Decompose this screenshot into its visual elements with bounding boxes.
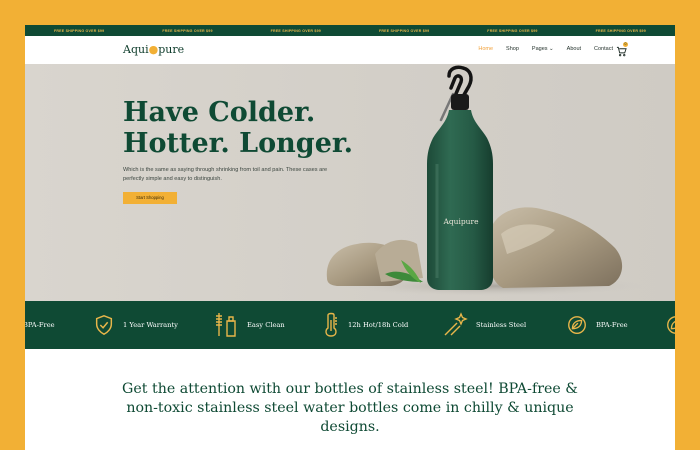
announcement-text: FREE SHIPPING OVER $99 <box>53 28 105 33</box>
hero-title-line-1: Have Colder. <box>123 97 316 128</box>
start-shopping-button[interactable]: Start Shopping <box>123 192 177 204</box>
feature-item: Easy Clean <box>213 311 285 339</box>
announcement-text: FREE SHIPPING OVER $99 <box>378 28 430 33</box>
nav-item-shop[interactable]: Shop <box>506 46 519 52</box>
sparkle-wand-icon <box>444 312 468 336</box>
feature-item: 12h Hot/18h Cold <box>322 311 408 339</box>
brush-bottle-icon <box>216 313 236 337</box>
nav-item-about[interactable]: About <box>567 46 581 52</box>
nav-item-pages[interactable]: Pages ⌄ <box>532 46 554 52</box>
feature-item: BPA-Free <box>566 311 628 339</box>
logo-text-left: Aqui <box>123 43 149 56</box>
feature-item: BPA-Free <box>25 311 55 339</box>
feature-label: 1 Year Warranty <box>123 321 178 329</box>
leaf-icon <box>568 316 586 334</box>
feature-item: 1 Year Warranty <box>93 311 178 339</box>
chevron-down-icon: ⌄ <box>549 46 554 52</box>
announcement-bar: FREE SHIPPING OVER $99 FREE SHIPPING OVE… <box>25 25 675 36</box>
promo-heading: Get the attention with our bottles of st… <box>122 381 578 435</box>
announcement-text: FREE SHIPPING OVER $99 <box>595 28 646 33</box>
nav-item-contact[interactable]: Contact <box>594 46 613 52</box>
announcement-text: FREE SHIPPING OVER $99 <box>270 28 321 33</box>
feature-label: 12h Hot/18h Cold <box>348 321 409 329</box>
feature-label: BPA-Free <box>25 321 55 329</box>
hero-section: Aquipure Have Colder. Hotter. Longer. Wh… <box>25 64 675 301</box>
main-navigation: Aqui●pure Home Shop Pages ⌄ About Contac… <box>25 36 675 64</box>
page-frame: FREE SHIPPING OVER $99 FREE SHIPPING OVE… <box>25 25 675 450</box>
logo-text-right: pure <box>158 43 185 56</box>
hero-description: Which is the same as saying through shri… <box>123 167 328 182</box>
bottle-logo: Aquipure <box>443 217 479 226</box>
droplet-icon: ● <box>148 43 159 56</box>
nav-item-pages-label: Pages <box>531 46 548 52</box>
cart-count-badge: 0 <box>623 42 628 47</box>
feature-label: Easy Clean <box>247 321 285 329</box>
cart-icon <box>616 46 627 57</box>
nav-menu: Home Shop Pages ⌄ About Contact <box>478 46 613 52</box>
cart-button[interactable]: 0 <box>616 42 628 57</box>
hero-title-line-2: Hotter. Longer. <box>123 128 354 159</box>
announcement-text: FREE SHIPPING OVER $99 <box>487 28 538 33</box>
promo-section: Get the attention with our bottles of st… <box>25 349 675 450</box>
site-logo[interactable]: Aqui●pure <box>123 43 184 56</box>
leaf-icon <box>667 316 675 334</box>
hero-title: Have Colder. Hotter. Longer. <box>123 97 353 159</box>
nav-item-home[interactable]: Home <box>478 46 493 52</box>
feature-label: Stainless Steel <box>476 321 527 329</box>
feature-item: Stainless Steel <box>442 311 526 339</box>
shield-check-icon <box>95 315 113 335</box>
feature-item <box>665 311 675 339</box>
feature-band: BPA-Free 1 Year Warranty Easy Clean 12h … <box>25 301 675 349</box>
feature-label: BPA-Free <box>596 321 628 329</box>
thermometer-icon <box>325 312 337 337</box>
announcement-text: FREE SHIPPING OVER $99 <box>162 28 213 33</box>
